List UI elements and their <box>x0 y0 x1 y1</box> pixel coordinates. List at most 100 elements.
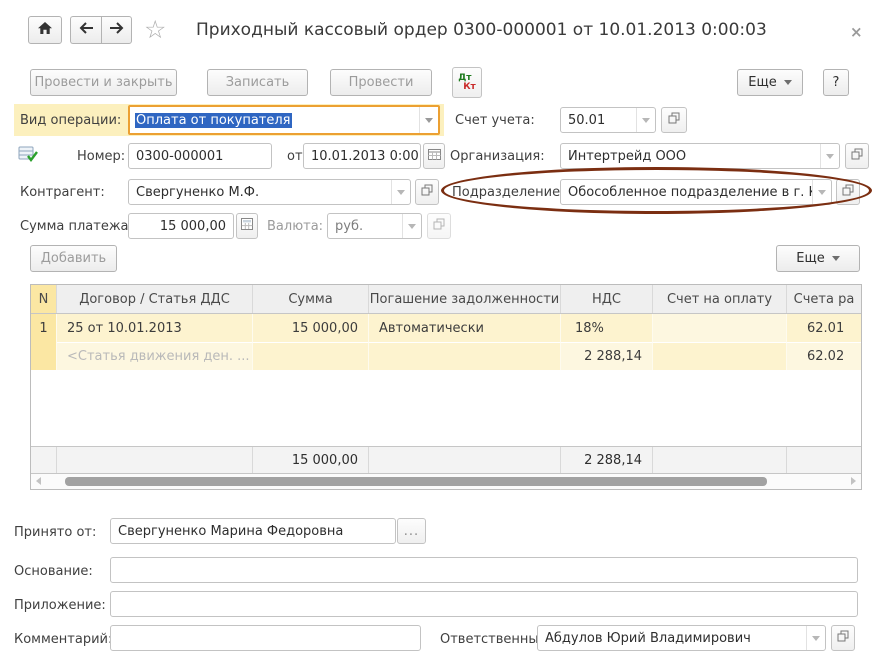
organization-dropdown-arrow[interactable] <box>820 144 839 168</box>
totals-invoice-cell <box>653 447 787 473</box>
comment-value <box>111 626 420 650</box>
open-link-icon <box>842 184 854 200</box>
counterparty-dropdown-arrow[interactable] <box>391 180 410 204</box>
repayment-cell[interactable]: Автоматически <box>369 314 561 342</box>
open-link-icon <box>421 184 433 200</box>
amount-calculator-button[interactable] <box>236 213 258 239</box>
column-header-repayment[interactable]: Погашение задолженности <box>369 285 561 313</box>
department-dropdown-arrow[interactable] <box>812 180 831 204</box>
ellipsis-icon: ... <box>404 524 419 539</box>
counterparty-field[interactable]: Свергуненко М.Ф. <box>128 179 411 205</box>
date-field[interactable]: 10.01.2013 0:00:03 <box>303 143 421 169</box>
responsible-open-button[interactable] <box>831 625 855 651</box>
column-header-sum[interactable]: Сумма <box>253 285 369 313</box>
help-button[interactable]: ? <box>823 69 849 96</box>
comment-field[interactable] <box>110 625 421 651</box>
table-empty-area[interactable] <box>31 370 861 446</box>
table-totals-row: 15 000,00 2 288,14 <box>31 446 861 474</box>
amount-field[interactable]: 15 000,00 <box>128 213 234 239</box>
save-button[interactable]: Записать <box>207 69 308 96</box>
table-header-row: N Договор / Статья ДДС Сумма Погашение з… <box>31 285 861 314</box>
date-calendar-button[interactable] <box>423 143 445 169</box>
scrollbar-thumb[interactable] <box>65 477 767 486</box>
calculator-icon <box>241 218 253 234</box>
nav-history-group <box>70 16 132 44</box>
number-value: 0300-000001 <box>129 144 271 168</box>
account-open-button[interactable] <box>661 107 687 133</box>
organization-open-button[interactable] <box>845 143 869 169</box>
account-label: Счет учета: <box>455 113 535 128</box>
column-header-invoice[interactable]: Счет на оплату <box>653 285 787 313</box>
invoice-cell[interactable] <box>653 314 787 342</box>
contract-cell[interactable]: 25 от 10.01.2013 <box>57 314 253 342</box>
favorite-star-icon[interactable]: ☆ <box>144 17 166 42</box>
department-open-button[interactable] <box>836 179 860 205</box>
counterparty-open-button[interactable] <box>415 179 439 205</box>
responsible-dropdown-arrow[interactable] <box>806 626 825 650</box>
responsible-field[interactable]: Абдулов Юрий Владимирович <box>537 625 826 651</box>
department-field[interactable]: Обособленное подразделение в г. Клин <box>560 179 832 205</box>
basis-value <box>111 558 857 582</box>
forward-button[interactable] <box>101 16 132 44</box>
post-and-close-button[interactable]: Провести и закрыть <box>30 69 177 96</box>
responsible-value: Абдулов Юрий Владимирович <box>538 626 806 650</box>
window-title: Приходный кассовый ордер 0300-000001 от … <box>196 20 767 40</box>
account-field[interactable]: 50.01 <box>560 107 656 133</box>
column-header-contract[interactable]: Договор / Статья ДДС <box>57 285 253 313</box>
table-row[interactable]: <Статья движения ден. ... 2 288,14 62.02 <box>31 342 861 370</box>
more-button-label: Еще <box>748 75 776 90</box>
accepted-from-field[interactable]: Свергуненко Марина Федоровна <box>110 518 396 544</box>
open-link-icon <box>837 630 849 646</box>
horizontal-scrollbar[interactable] <box>31 474 861 489</box>
settlement-account-cell[interactable]: 62.01 <box>787 314 861 342</box>
scroll-right-icon[interactable] <box>851 477 856 485</box>
operation-dropdown-arrow[interactable] <box>419 107 438 133</box>
repayment-cell[interactable] <box>369 342 561 370</box>
account-dropdown-arrow[interactable] <box>636 108 655 132</box>
invoice-cell[interactable] <box>653 342 787 370</box>
row-number-cell[interactable]: 1 <box>31 314 57 342</box>
open-link-icon <box>668 112 680 128</box>
accepted-from-label: Принято от: <box>14 525 96 540</box>
close-icon[interactable]: × <box>850 25 863 40</box>
attachment-field[interactable] <box>110 591 858 617</box>
basis-field[interactable] <box>110 557 858 583</box>
date-value: 10.01.2013 0:00:03 <box>304 144 420 168</box>
payment-details-table: N Договор / Статья ДДС Сумма Погашение з… <box>30 284 862 490</box>
column-header-vat[interactable]: НДС <box>561 285 653 313</box>
row-number-cell[interactable] <box>31 342 57 370</box>
table-more-button[interactable]: Еще <box>776 245 860 272</box>
number-field[interactable]: 0300-000001 <box>128 143 272 169</box>
totals-repayment-cell <box>369 447 561 473</box>
organization-field[interactable]: Интертрейд ООО <box>560 143 840 169</box>
home-button[interactable] <box>28 16 62 44</box>
currency-value: руб. <box>328 214 402 238</box>
vat-amount-cell[interactable]: 2 288,14 <box>561 342 653 370</box>
chevron-down-icon <box>818 190 826 195</box>
totals-n-cell <box>31 447 57 473</box>
back-arrow-icon <box>79 22 94 38</box>
scroll-left-icon[interactable] <box>36 477 41 485</box>
advance-account-cell[interactable]: 62.02 <box>787 342 861 370</box>
show-postings-button[interactable]: Дт Кт <box>452 67 482 98</box>
add-row-button[interactable]: Добавить <box>30 245 117 272</box>
chevron-down-icon <box>812 636 820 641</box>
counterparty-label: Контрагент: <box>20 185 105 200</box>
sum-cell[interactable] <box>253 342 369 370</box>
department-label: Подразделение: <box>452 185 564 200</box>
accepted-from-select-button[interactable]: ... <box>397 518 426 544</box>
operation-select[interactable]: Оплата от покупателя <box>128 105 440 135</box>
attachment-label: Приложение: <box>14 598 106 613</box>
post-button[interactable]: Провести <box>330 69 432 96</box>
sum-cell[interactable]: 15 000,00 <box>253 314 369 342</box>
table-row[interactable]: 1 25 от 10.01.2013 15 000,00 Автоматичес… <box>31 314 861 342</box>
vat-rate-cell[interactable]: 18% <box>561 314 653 342</box>
open-link-icon <box>851 148 863 164</box>
account-value: 50.01 <box>561 108 636 132</box>
column-header-accounts[interactable]: Счета ра <box>787 285 861 313</box>
more-button[interactable]: Еще <box>737 69 803 96</box>
chevron-down-icon <box>408 224 416 229</box>
back-button[interactable] <box>70 16 101 44</box>
cashflow-item-cell[interactable]: <Статья движения ден. ... <box>57 342 253 370</box>
column-header-n[interactable]: N <box>31 285 57 313</box>
